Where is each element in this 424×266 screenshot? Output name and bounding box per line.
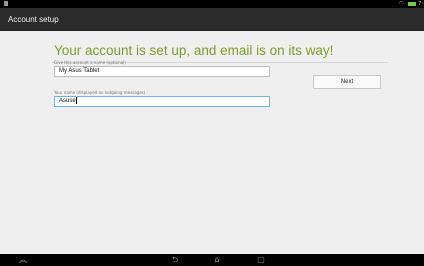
status-clock: 7: [418,1,423,7]
action-bar-title: Account setup [8,15,59,24]
back-icon[interactable]: ⮌ [168,254,182,266]
account-name-field[interactable]: My Asus Tablet [54,66,270,77]
your-name-field[interactable]: Asuse [54,96,270,107]
page-heading: Your account is set up, and email is on … [54,43,334,58]
your-name-label: Your name (displayed on outgoing message… [54,90,146,95]
navigation-bar: ︽ ⮌ ⌂ ▢ [0,254,424,266]
notification-icon [4,1,8,6]
account-setup-content: Your account is set up, and email is on … [0,31,424,254]
recent-apps-icon[interactable]: ▢ [254,254,268,266]
account-name-label: Give this account a name (optional) [54,60,126,65]
account-name-value: My Asus Tablet [59,68,100,74]
home-icon[interactable]: ⌂ [210,254,224,266]
your-name-value: Asuse [59,98,76,105]
next-button[interactable]: Next [313,75,381,89]
wifi-icon: ◠ [398,0,404,7]
chevron-up-icon[interactable]: ︽ [16,254,30,266]
text-cursor [76,97,78,104]
battery-icon [408,2,416,6]
status-bar: ◠ 7: [0,0,424,8]
action-bar: Account setup [0,8,424,31]
